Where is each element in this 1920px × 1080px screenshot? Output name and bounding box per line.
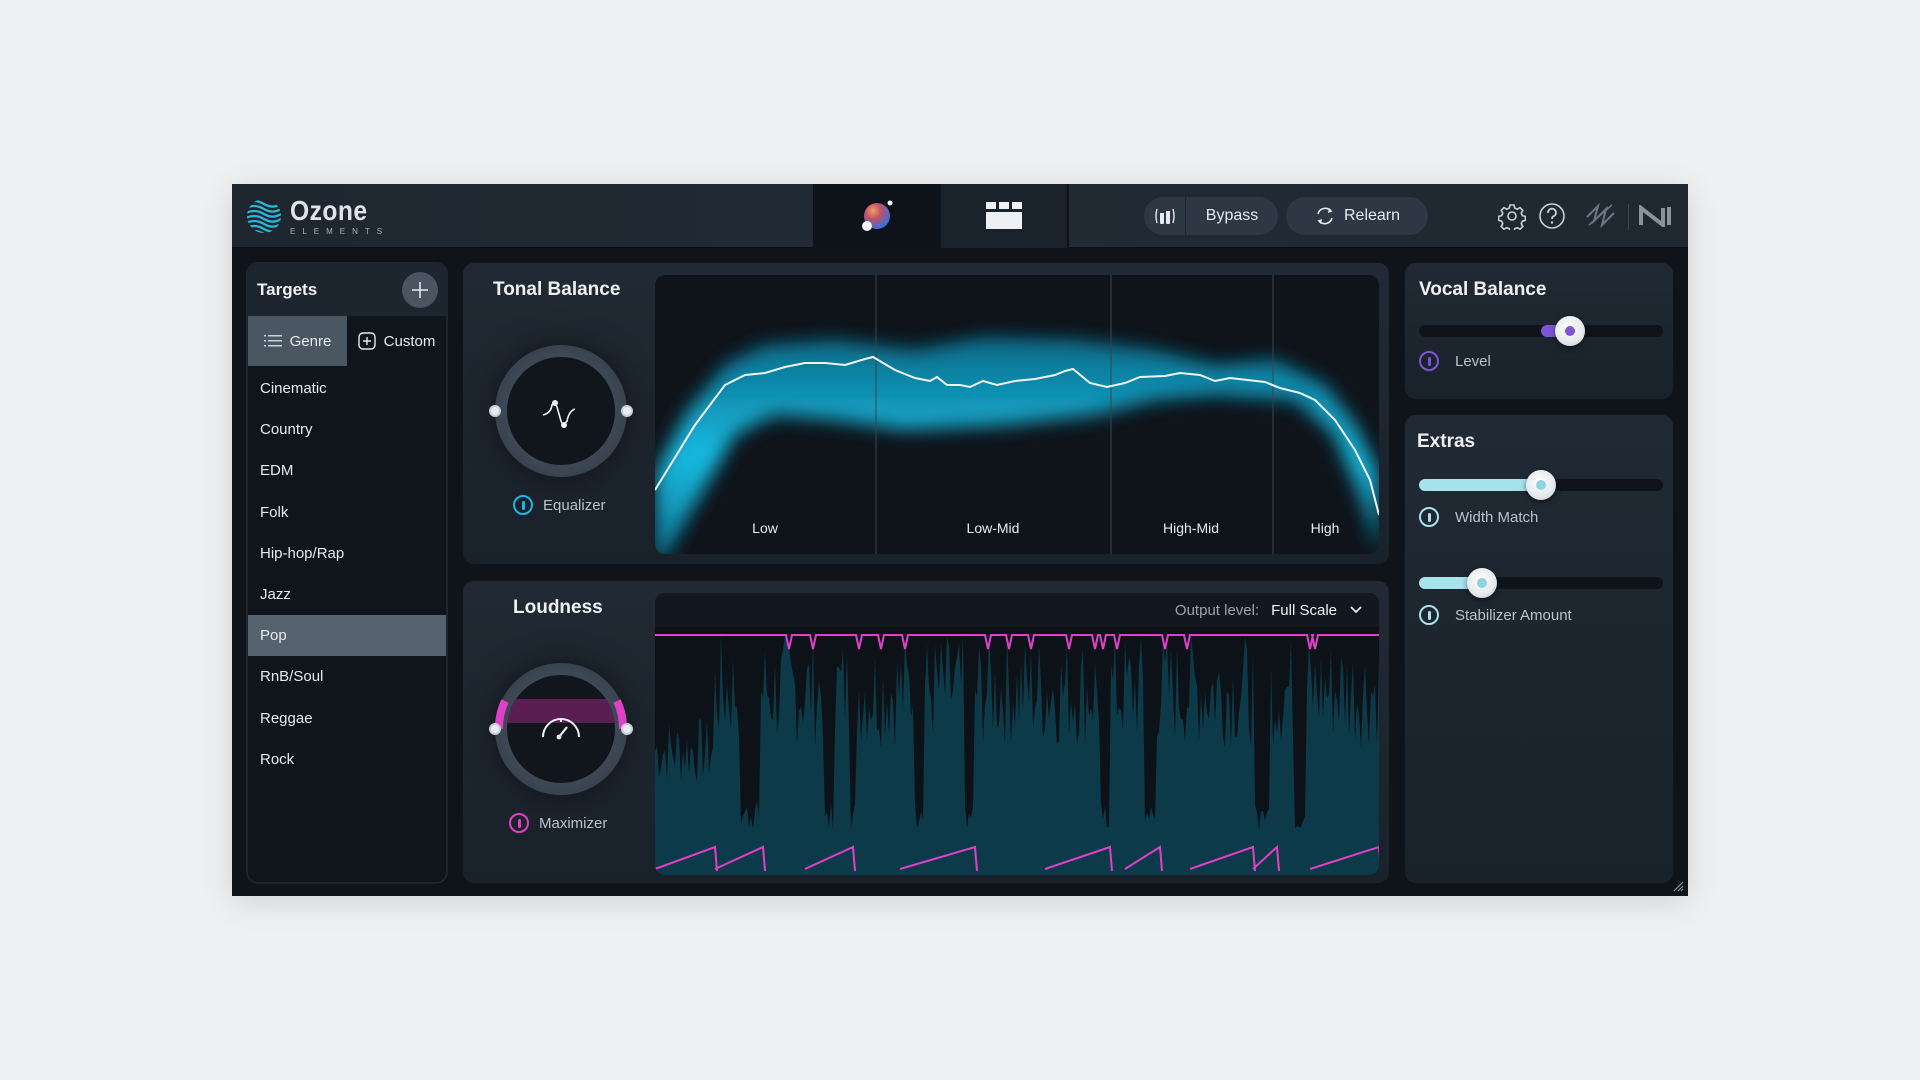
help-icon: [1539, 203, 1565, 229]
refresh-icon: [1317, 207, 1333, 225]
tab-genre-label: Genre: [289, 332, 332, 350]
slider-thumb[interactable]: [1526, 470, 1556, 500]
add-square-icon: [357, 332, 376, 350]
equalizer-toggle[interactable]: Equalizer: [513, 495, 606, 515]
extras-panel: Extras Width Match Stabilizer Amount: [1404, 414, 1674, 884]
genre-item[interactable]: Folk: [248, 492, 446, 533]
knob-handle-right[interactable]: [621, 405, 633, 417]
plus-icon: [412, 282, 428, 298]
targets-panel: Targets Genre Custom Cinematic Country E…: [246, 262, 448, 884]
vocal-level-slider[interactable]: [1419, 316, 1663, 346]
targets-header: Targets: [248, 264, 446, 316]
loudness-graph: Output level: Full Scale: [655, 593, 1379, 875]
resize-grip-icon[interactable]: [1672, 880, 1684, 892]
bypass-meter-icon: [1144, 197, 1186, 235]
bypass-button[interactable]: Bypass: [1144, 197, 1278, 235]
genre-item[interactable]: Rock: [248, 739, 446, 780]
slider-fill: [1419, 479, 1541, 491]
tonal-balance-panel: Tonal Balance Equalizer Low Low-Mid High-M…: [462, 262, 1390, 565]
stabilizer-amount-label: Stabilizer Amount: [1455, 606, 1572, 624]
power-icon: [509, 813, 529, 833]
modules-grid-icon: [986, 202, 1022, 229]
genre-item[interactable]: Country: [248, 409, 446, 450]
band-label: High: [1311, 520, 1340, 536]
loudness-title: Loudness: [513, 597, 603, 618]
power-icon: [513, 495, 533, 515]
maximizer-knob[interactable]: [489, 663, 633, 795]
help-button[interactable]: [1538, 202, 1566, 230]
maximizer-toggle[interactable]: Maximizer: [509, 813, 607, 833]
power-icon: [1419, 351, 1439, 371]
level-label: Level: [1455, 352, 1491, 370]
assistant-orb-icon: [862, 200, 893, 231]
band-label: High-Mid: [1163, 520, 1219, 536]
maximizer-label: Maximizer: [539, 814, 608, 832]
eq-curve-icon: [542, 400, 576, 428]
extras-title: Extras: [1417, 431, 1476, 452]
equalizer-knob[interactable]: [489, 345, 633, 477]
app-name: Ozone: [290, 194, 368, 226]
genre-item[interactable]: EDM: [248, 450, 446, 491]
output-level-label: Output level:: [1174, 601, 1260, 619]
gear-icon: [1498, 204, 1526, 230]
slider-thumb[interactable]: [1467, 568, 1498, 598]
genre-item[interactable]: Reggae: [248, 698, 446, 739]
genre-item[interactable]: Pop: [248, 615, 446, 657]
knob-handle-left[interactable]: [489, 405, 501, 417]
vocal-balance-title: Vocal Balance: [1419, 279, 1547, 300]
waveform-area: [655, 634, 1379, 875]
genre-item[interactable]: Jazz: [248, 574, 446, 615]
power-icon: [1419, 605, 1439, 625]
power-icon: [1419, 507, 1439, 527]
band-label: Low-Mid: [967, 520, 1020, 536]
genre-list: Cinematic Country EDM Folk Hip-hop/Rap Jazz Po…: [248, 368, 446, 780]
izotope-logo-icon: [1586, 202, 1615, 229]
tab-assistant[interactable]: [813, 184, 941, 248]
tonal-balance-graph: Low Low-Mid High-Mid High: [655, 275, 1379, 554]
tonal-balance-title: Tonal Balance: [493, 279, 621, 300]
tab-genre[interactable]: Genre: [248, 316, 347, 366]
bypass-label: Bypass: [1205, 207, 1259, 224]
stabilizer-amount-toggle[interactable]: Stabilizer Amount: [1419, 605, 1572, 625]
ni-logo-icon: [1639, 205, 1671, 227]
output-level-dropdown[interactable]: Full Scale: [1271, 602, 1337, 619]
ozone-logo-icon: [247, 199, 281, 233]
targets-title: Targets: [257, 280, 318, 299]
tab-custom[interactable]: Custom: [347, 316, 446, 366]
slider-thumb[interactable]: [1555, 316, 1586, 346]
width-match-slider[interactable]: [1419, 470, 1663, 500]
ni-logo[interactable]: [1638, 202, 1674, 230]
header-divider: [1628, 204, 1629, 230]
list-icon: [263, 335, 282, 347]
app-edition: ELEMENTS: [290, 226, 390, 236]
stabilizer-amount-slider[interactable]: [1419, 568, 1663, 598]
output-level-bar: Output level: Full Scale: [655, 593, 1379, 627]
izotope-logo[interactable]: [1584, 202, 1618, 230]
loudness-panel: Loudness Maximizer Output level: Full Sc…: [462, 580, 1390, 884]
loudness-arc: [495, 699, 627, 730]
relearn-label: Relearn: [1343, 207, 1401, 224]
genre-item[interactable]: Hip-hop/Rap: [248, 533, 446, 574]
band-label: Low: [752, 520, 779, 536]
tab-modules[interactable]: [941, 184, 1069, 248]
add-target-button[interactable]: [402, 272, 438, 308]
vocal-level-toggle[interactable]: Level: [1419, 351, 1491, 371]
target-type-tabs: Genre Custom: [248, 316, 446, 366]
knob-handle-left[interactable]: [489, 723, 501, 735]
chevron-down-icon[interactable]: [1349, 605, 1363, 615]
ceiling-line: [655, 634, 1379, 650]
knob-handle-right[interactable]: [621, 723, 633, 735]
vocal-balance-panel: Vocal Balance Level: [1404, 262, 1674, 400]
width-match-toggle[interactable]: Width Match: [1419, 507, 1538, 527]
header-bar: Ozone ELEMENTS Bypass Relearn: [232, 184, 1688, 248]
ozone-logo: Ozone ELEMENTS: [244, 196, 389, 236]
genre-item[interactable]: Cinematic: [248, 368, 446, 409]
equalizer-label: Equalizer: [543, 496, 606, 514]
ozone-window: Ozone ELEMENTS Bypass Relearn Targets Ge…: [232, 184, 1688, 896]
tab-custom-label: Custom: [383, 332, 436, 350]
width-match-label: Width Match: [1455, 508, 1539, 526]
settings-button[interactable]: [1498, 202, 1526, 230]
relearn-button[interactable]: Relearn: [1286, 197, 1428, 235]
genre-item[interactable]: RnB/Soul: [248, 656, 446, 697]
